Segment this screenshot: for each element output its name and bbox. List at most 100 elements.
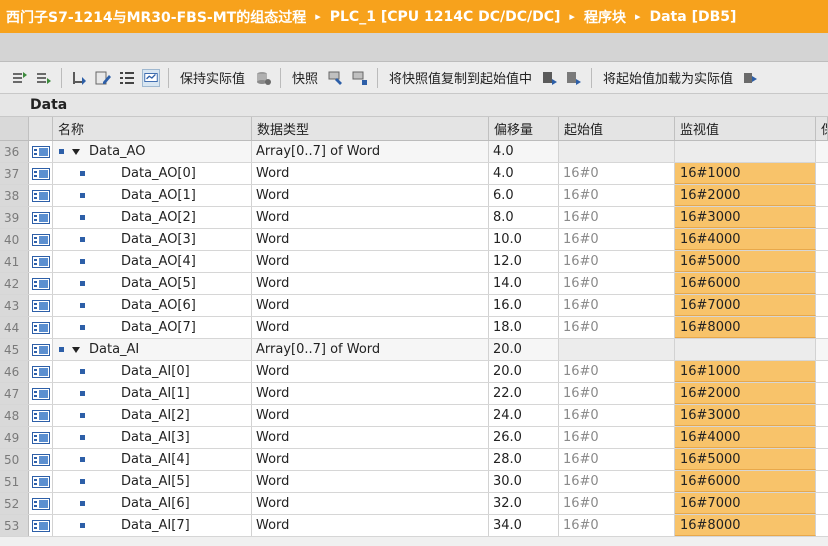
snapshot-copy-icon[interactable] (327, 69, 345, 87)
name-cell[interactable]: Data_AI[0] (53, 361, 252, 382)
edit-icon[interactable] (94, 69, 112, 87)
name-cell[interactable]: Data_AI[3] (53, 427, 252, 448)
table-row[interactable]: 52 Data_AI[6] Word 32.0 16#0 16#7000 (0, 493, 828, 515)
table-row[interactable]: 38 Data_AO[1] Word 6.0 16#0 16#2000 (0, 185, 828, 207)
table-row[interactable]: 51 Data_AI[5] Word 30.0 16#0 16#6000 (0, 471, 828, 493)
datatype-cell[interactable]: Word (252, 515, 489, 536)
start-value-cell[interactable]: 16#0 (559, 471, 675, 492)
name-cell[interactable]: Data_AI (53, 339, 252, 360)
name-cell[interactable]: Data_AI[7] (53, 515, 252, 536)
start-value-cell[interactable]: 16#0 (559, 361, 675, 382)
table-row[interactable]: 37 Data_AO[0] Word 4.0 16#0 16#1000 (0, 163, 828, 185)
datatype-cell[interactable]: Word (252, 251, 489, 272)
insert-row-icon[interactable] (11, 69, 29, 87)
start-value-cell[interactable]: 16#0 (559, 405, 675, 426)
table-row[interactable]: 42 Data_AO[5] Word 14.0 16#0 16#6000 (0, 273, 828, 295)
table-row[interactable]: 50 Data_AI[4] Word 28.0 16#0 16#5000 (0, 449, 828, 471)
name-cell[interactable]: Data_AO[7] (53, 317, 252, 338)
start-value-cell[interactable]: 16#0 (559, 449, 675, 470)
header-retain[interactable]: 保 (816, 117, 828, 140)
table-row[interactable]: 41 Data_AO[4] Word 12.0 16#0 16#5000 (0, 251, 828, 273)
start-value-cell[interactable]: 16#0 (559, 185, 675, 206)
table-row[interactable]: 39 Data_AO[2] Word 8.0 16#0 16#3000 (0, 207, 828, 229)
keep-actual-values-button[interactable]: 保持实际值 (180, 68, 245, 87)
datatype-cell[interactable]: Word (252, 185, 489, 206)
table-row[interactable]: 40 Data_AO[3] Word 10.0 16#0 16#4000 (0, 229, 828, 251)
table-row[interactable]: 48 Data_AI[2] Word 24.0 16#0 16#3000 (0, 405, 828, 427)
table-row[interactable]: 45 Data_AI Array[0..7] of Word 20.0 (0, 339, 828, 361)
table-row[interactable]: 53 Data_AI[7] Word 34.0 16#0 16#8000 (0, 515, 828, 537)
start-value-cell[interactable]: 16#0 (559, 383, 675, 404)
collapse-arrow-icon[interactable] (72, 346, 80, 353)
name-cell[interactable]: Data_AO[4] (53, 251, 252, 272)
name-cell[interactable]: Data_AO[6] (53, 295, 252, 316)
table-row[interactable]: 44 Data_AO[7] Word 18.0 16#0 16#8000 (0, 317, 828, 339)
header-name[interactable]: 名称 (53, 117, 252, 140)
table-row[interactable]: 43 Data_AO[6] Word 16.0 16#0 16#7000 (0, 295, 828, 317)
name-cell[interactable]: Data_AI[5] (53, 471, 252, 492)
name-cell[interactable]: Data_AI[4] (53, 449, 252, 470)
datatype-cell[interactable]: Array[0..7] of Word (252, 141, 489, 162)
start-value-cell[interactable]: 16#0 (559, 163, 675, 184)
datatype-cell[interactable]: Word (252, 295, 489, 316)
monitor-toggle-icon[interactable] (142, 68, 160, 87)
name-cell[interactable]: Data_AI[2] (53, 405, 252, 426)
name-cell[interactable]: Data_AO[0] (53, 163, 252, 184)
table-row[interactable]: 46 Data_AI[0] Word 20.0 16#0 16#1000 (0, 361, 828, 383)
expand-icon[interactable] (70, 69, 88, 87)
start-value-cell[interactable]: 16#0 (559, 207, 675, 228)
snapshot-load-icon[interactable] (351, 69, 369, 87)
datatype-cell[interactable]: Word (252, 207, 489, 228)
start-value-cell[interactable]: 16#0 (559, 317, 675, 338)
copy-snapshot-to-start-button[interactable]: 将快照值复制到起始值中 (389, 68, 532, 87)
header-offset[interactable]: 偏移量 (489, 117, 559, 140)
start-value-cell[interactable] (559, 339, 675, 360)
breadcrumb-device[interactable]: PLC_1 [CPU 1214C DC/DC/DC] (330, 9, 561, 25)
add-row-icon[interactable] (35, 69, 53, 87)
table-row[interactable]: 47 Data_AI[1] Word 22.0 16#0 16#2000 (0, 383, 828, 405)
name-cell[interactable]: Data_AI[6] (53, 493, 252, 514)
load-start-as-actual-button[interactable]: 将起始值加载为实际值 (603, 68, 733, 87)
load-icon[interactable] (742, 69, 760, 87)
table-row[interactable]: 49 Data_AI[3] Word 26.0 16#0 16#4000 (0, 427, 828, 449)
breadcrumb-block[interactable]: Data [DB5] (649, 9, 736, 25)
datatype-cell[interactable]: Word (252, 273, 489, 294)
name-cell[interactable]: Data_AO[5] (53, 273, 252, 294)
datatype-cell[interactable]: Word (252, 449, 489, 470)
start-value-cell[interactable]: 16#0 (559, 427, 675, 448)
table-row[interactable]: 36 Data_AO Array[0..7] of Word 4.0 (0, 141, 828, 163)
start-value-cell[interactable]: 16#0 (559, 251, 675, 272)
name-cell[interactable]: Data_AI[1] (53, 383, 252, 404)
name-cell[interactable]: Data_AO[1] (53, 185, 252, 206)
breadcrumb-project[interactable]: 西门子S7-1214与MR30-FBS-MT的组态过程 (6, 7, 306, 27)
header-datatype[interactable]: 数据类型 (252, 117, 489, 140)
start-value-cell[interactable]: 16#0 (559, 493, 675, 514)
datatype-cell[interactable]: Word (252, 471, 489, 492)
database-icon[interactable] (254, 69, 272, 87)
start-value-cell[interactable] (559, 141, 675, 162)
start-value-cell[interactable]: 16#0 (559, 273, 675, 294)
start-value-cell[interactable]: 16#0 (559, 515, 675, 536)
collapse-arrow-icon[interactable] (72, 148, 80, 155)
name-cell[interactable]: Data_AO (53, 141, 252, 162)
name-cell[interactable]: Data_AO[3] (53, 229, 252, 250)
datatype-cell[interactable]: Word (252, 427, 489, 448)
datatype-cell[interactable]: Word (252, 493, 489, 514)
header-start-value[interactable]: 起始值 (559, 117, 675, 140)
datatype-cell[interactable]: Word (252, 383, 489, 404)
start-value-cell[interactable]: 16#0 (559, 229, 675, 250)
datatype-cell[interactable]: Word (252, 405, 489, 426)
name-cell[interactable]: Data_AO[2] (53, 207, 252, 228)
datatype-cell[interactable]: Array[0..7] of Word (252, 339, 489, 360)
list-view-icon[interactable] (118, 69, 136, 87)
breadcrumb-folder[interactable]: 程序块 (584, 7, 626, 27)
snapshot-button[interactable]: 快照 (292, 68, 318, 87)
upload-icon[interactable] (565, 69, 583, 87)
header-monitor-value[interactable]: 监视值 (675, 117, 816, 140)
datatype-cell[interactable]: Word (252, 317, 489, 338)
download-icon[interactable] (541, 69, 559, 87)
datatype-cell[interactable]: Word (252, 361, 489, 382)
datatype-cell[interactable]: Word (252, 229, 489, 250)
datatype-cell[interactable]: Word (252, 163, 489, 184)
start-value-cell[interactable]: 16#0 (559, 295, 675, 316)
